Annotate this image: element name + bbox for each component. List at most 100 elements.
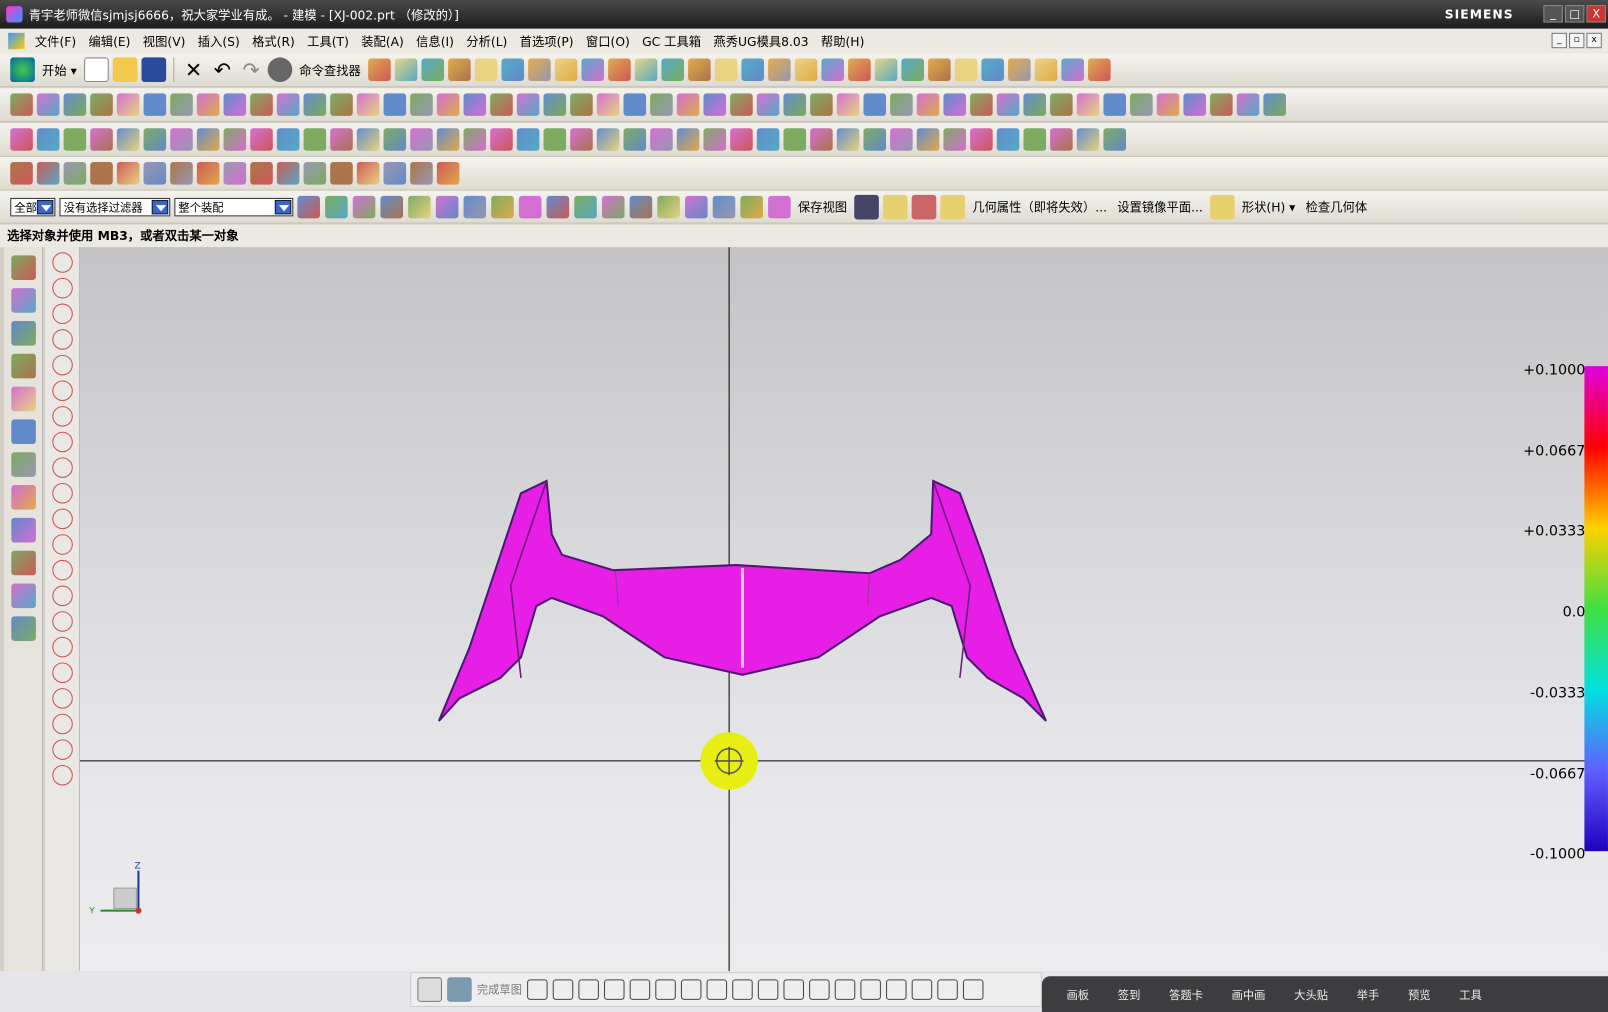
sketch-curve-icon[interactable]	[51, 688, 73, 709]
minimize-button[interactable]: _	[1543, 5, 1563, 23]
curve-tool-icon[interactable]	[410, 128, 433, 151]
resource-tab-icon[interactable]	[10, 353, 36, 379]
start-button[interactable]: 开始 ▾	[39, 61, 80, 78]
curve-tool-icon[interactable]	[863, 128, 887, 151]
feature-tool-icon[interactable]	[63, 93, 87, 116]
view-tool-icon[interactable]	[1087, 58, 1111, 82]
resource-tab-icon[interactable]	[10, 452, 36, 477]
surface-tool-icon[interactable]	[223, 162, 247, 185]
surface-tool-icon[interactable]	[250, 162, 273, 185]
surface-tool-icon[interactable]	[36, 162, 60, 185]
overlay-item[interactable]: 画板	[1052, 986, 1103, 1002]
surface-tool-icon[interactable]	[10, 162, 33, 185]
feature-tool-icon[interactable]	[410, 93, 433, 116]
selection-tool-icon[interactable]	[601, 195, 625, 218]
curve-tool-icon[interactable]	[90, 128, 113, 151]
surface-tool-icon[interactable]	[330, 162, 353, 185]
feature-tool-icon[interactable]	[383, 93, 407, 116]
curve-tool-icon[interactable]	[383, 128, 407, 151]
menu-item[interactable]: 视图(V)	[137, 32, 192, 49]
sketch-tool-icon[interactable]	[937, 979, 958, 1000]
feature-tool-icon[interactable]	[436, 93, 460, 116]
menu-item[interactable]: 窗口(O)	[580, 32, 636, 49]
curve-tool-icon[interactable]	[783, 128, 807, 151]
view-tool-icon[interactable]	[1007, 58, 1031, 82]
curve-tool-icon[interactable]	[223, 128, 247, 151]
finish-sketch-button[interactable]: 完成草图	[477, 981, 522, 997]
feature-tool-icon[interactable]	[490, 93, 513, 116]
sketch-curve-icon[interactable]	[51, 252, 73, 273]
maximize-button[interactable]: □	[1564, 5, 1585, 23]
sketch-curve-icon[interactable]	[51, 380, 73, 401]
feature-tool-icon[interactable]	[90, 93, 113, 116]
feature-tool-icon[interactable]	[170, 93, 193, 116]
sketch-tool-icon[interactable]	[860, 979, 881, 1000]
save-view-icon[interactable]	[854, 194, 879, 219]
nx-app-icon[interactable]	[8, 32, 25, 50]
feature-tool-icon[interactable]	[996, 93, 1020, 116]
curve-tool-icon[interactable]	[703, 128, 727, 151]
measure-angle-icon[interactable]	[940, 194, 966, 219]
curve-tool-icon[interactable]	[1023, 128, 1047, 151]
sketch-curve-icon[interactable]	[51, 636, 73, 658]
menu-item[interactable]: 信息(I)	[410, 32, 460, 49]
feature-tool-icon[interactable]	[36, 93, 60, 116]
redo-icon[interactable]: ↷	[239, 57, 264, 82]
view-tool-icon[interactable]	[954, 58, 978, 82]
selection-tool-icon[interactable]	[685, 195, 708, 218]
feature-tool-icon[interactable]	[596, 93, 620, 116]
start-icon[interactable]	[10, 57, 35, 83]
surface-tool-icon[interactable]	[116, 162, 140, 185]
curve-tool-icon[interactable]	[330, 128, 353, 151]
view-tool-icon[interactable]	[687, 58, 711, 82]
view-tool-icon[interactable]	[847, 58, 871, 82]
curve-tool-icon[interactable]	[116, 128, 140, 151]
feature-tool-icon[interactable]	[1130, 93, 1153, 116]
open-folder-icon[interactable]	[112, 57, 138, 83]
resource-tab-icon[interactable]	[10, 616, 36, 641]
selection-tool-icon[interactable]	[518, 195, 542, 218]
curve-tool-icon[interactable]	[890, 128, 913, 151]
surface-tool-icon[interactable]	[410, 162, 433, 185]
menu-item[interactable]: 工具(T)	[301, 32, 355, 49]
selection-tool-icon[interactable]	[463, 195, 487, 218]
curve-tool-icon[interactable]	[276, 128, 300, 151]
feature-tool-icon[interactable]	[276, 93, 300, 116]
curve-tool-icon[interactable]	[36, 128, 60, 151]
curve-tool-icon[interactable]	[250, 128, 273, 151]
doc-restore-button[interactable]: ▫	[1569, 32, 1585, 49]
overlay-item[interactable]: 预览	[1394, 986, 1445, 1002]
sketch-curve-icon[interactable]	[51, 406, 73, 427]
view-tool-icon[interactable]	[447, 58, 471, 82]
feature-tool-icon[interactable]	[223, 93, 247, 116]
feature-tool-icon[interactable]	[943, 93, 967, 116]
resource-tab-icon[interactable]	[10, 288, 36, 313]
overlay-item[interactable]: 举手	[1342, 986, 1393, 1002]
menu-item[interactable]: 插入(S)	[192, 32, 246, 49]
feature-tool-icon[interactable]	[623, 93, 647, 116]
selection-tool-icon[interactable]	[712, 195, 736, 218]
curve-tool-icon[interactable]	[916, 128, 940, 151]
feature-tool-icon[interactable]	[703, 93, 727, 116]
feature-tool-icon[interactable]	[196, 93, 220, 116]
feature-tool-icon[interactable]	[863, 93, 887, 116]
feature-tool-icon[interactable]	[1236, 93, 1260, 116]
curve-tool-icon[interactable]	[596, 128, 620, 151]
resource-tab-icon[interactable]	[10, 386, 36, 412]
feature-tool-icon[interactable]	[10, 93, 33, 116]
resource-tab-icon[interactable]	[10, 517, 36, 543]
feature-tool-icon[interactable]	[543, 93, 567, 116]
feature-tool-icon[interactable]	[143, 93, 167, 116]
curve-tool-icon[interactable]	[996, 128, 1020, 151]
selection-tool-icon[interactable]	[408, 195, 431, 218]
selection-tool-icon[interactable]	[629, 195, 653, 218]
curve-tool-icon[interactable]	[436, 128, 460, 151]
view-tool-icon[interactable]	[981, 58, 1004, 82]
curve-tool-icon[interactable]	[623, 128, 647, 151]
selection-tool-icon[interactable]	[352, 195, 376, 218]
sketch-curve-icon[interactable]	[51, 713, 73, 735]
curve-tool-icon[interactable]	[303, 128, 327, 151]
feature-tool-icon[interactable]	[330, 93, 353, 116]
overlay-item[interactable]: 工具	[1445, 986, 1496, 1002]
feature-tool-icon[interactable]	[356, 93, 380, 116]
